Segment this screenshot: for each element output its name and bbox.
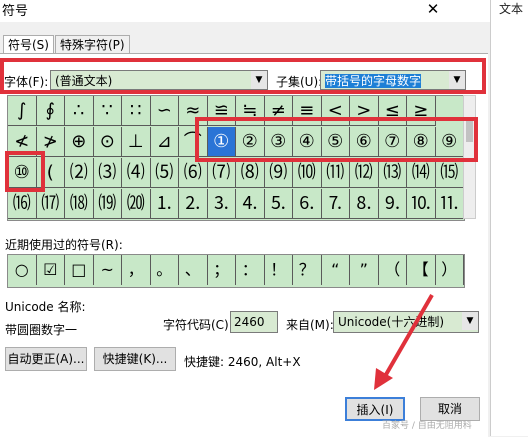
chevron-down-icon[interactable]: ▼ — [449, 71, 465, 89]
symbol-cell[interactable]: ⊕ — [65, 127, 94, 157]
symbol-cell[interactable]: ⑽ — [293, 158, 322, 188]
watermark: 百家号 / 自由无阻用科 — [382, 421, 472, 431]
recent-symbol[interactable]: ？ — [293, 255, 322, 285]
symbol-cell[interactable]: ∷ — [122, 96, 151, 126]
chevron-down-icon[interactable]: ▼ — [251, 71, 267, 89]
symbol-cell[interactable]: ⊙ — [93, 127, 122, 157]
highlight-circled-ten — [5, 151, 45, 192]
symbol-cell[interactable]: ⒏ — [350, 189, 379, 219]
symbol-cell[interactable]: ∴ — [65, 96, 94, 126]
symbol-cell[interactable]: ⑿ — [350, 158, 379, 188]
symbol-cell[interactable]: ⒂ — [435, 158, 464, 188]
symbol-cell[interactable]: ⊥ — [122, 127, 151, 157]
symbol-cell[interactable]: ⒇ — [122, 189, 151, 219]
shortcut-key-button[interactable]: 快捷键(K)... — [94, 347, 176, 371]
symbol-cell[interactable]: ⑾ — [321, 158, 350, 188]
symbol-cell[interactable]: ⒅ — [65, 189, 94, 219]
symbol-cell[interactable]: ⒐ — [378, 189, 407, 219]
symbol-cell[interactable]: ⑺ — [207, 158, 236, 188]
unicode-name-value: 带圆圈数字一 — [5, 323, 78, 337]
tab-special-characters[interactable]: 特殊字符(P) — [55, 35, 130, 55]
symbol-cell[interactable]: ∽ — [150, 96, 179, 126]
symbol-cell[interactable]: ⒈ — [150, 189, 179, 219]
subset-value: 带括号的字母数字 — [325, 74, 422, 88]
symbol-cell[interactable]: ∮ — [36, 96, 65, 126]
recent-symbol[interactable]: ☑ — [37, 255, 65, 285]
subset-select[interactable]: 带括号的字母数字 ▼ — [320, 70, 466, 90]
symbol-cell[interactable]: ⒁ — [407, 158, 436, 188]
font-label: 字体(F): — [4, 75, 49, 89]
from-label: 来自(M): — [286, 318, 334, 332]
symbol-cell[interactable]: ⒒ — [435, 189, 464, 219]
symbol-cell[interactable]: ⒊ — [207, 189, 236, 219]
background-text: 文本 — [499, 2, 524, 16]
symbol-cell[interactable]: ∫ — [8, 96, 37, 126]
symbol-cell[interactable]: ⒆ — [93, 189, 122, 219]
symbol-cell[interactable]: ⑻ — [236, 158, 265, 188]
chevron-down-icon[interactable]: ▼ — [462, 312, 478, 330]
highlight-circled-numbers — [195, 117, 478, 162]
recent-symbol[interactable]: ” — [350, 255, 379, 285]
symbol-cell[interactable]: ⒄ — [36, 189, 65, 219]
unicode-name-label: Unicode 名称: — [5, 300, 86, 314]
charcode-input[interactable]: 2460 — [230, 311, 278, 333]
symbol-cell[interactable]: ⑶ — [93, 158, 122, 188]
subset-label: 子集(U): — [276, 75, 323, 89]
recent-label: 近期使用过的符号(R): — [5, 238, 123, 252]
shortcut-text: 快捷键: 2460, Alt+X — [184, 355, 301, 369]
symbol-cell[interactable]: ⒍ — [293, 189, 322, 219]
charcode-label: 字符代码(C): — [163, 318, 233, 332]
symbol-cell[interactable]: ⑸ — [150, 158, 179, 188]
recent-symbol[interactable]: ~ — [94, 255, 122, 285]
recent-symbol[interactable]: 【 — [407, 255, 436, 285]
tab-symbols[interactable]: 符号(S) — [3, 35, 54, 55]
symbol-cell[interactable]: ⊿ — [150, 127, 179, 157]
recent-symbol[interactable]: ； — [208, 255, 236, 285]
symbol-cell[interactable]: ⑹ — [179, 158, 208, 188]
recent-symbol[interactable]: （ — [379, 255, 407, 285]
background-document: 文本 — [490, 0, 528, 436]
symbol-cell[interactable]: ⒋ — [236, 189, 265, 219]
font-select[interactable]: (普通文本) ▼ — [50, 70, 268, 90]
recent-symbol[interactable]: ○ — [8, 255, 37, 285]
symbol-cell[interactable]: ⒌ — [264, 189, 293, 219]
recent-symbols: ○ ☑ □ ~，。、；：！？ “” （【） — [7, 254, 465, 288]
symbol-cell[interactable]: ⑷ — [122, 158, 151, 188]
close-icon[interactable]: ✕ — [420, 0, 446, 18]
title-bar: 符号 ✕ — [0, 0, 490, 22]
symbol-cell[interactable]: ⒀ — [378, 158, 407, 188]
recent-symbol[interactable]: 。 — [151, 255, 179, 285]
recent-symbol[interactable]: “ — [322, 255, 350, 285]
recent-symbol[interactable]: 、 — [179, 255, 208, 285]
recent-symbol[interactable]: ： — [236, 255, 265, 285]
red-arrow-annotation — [374, 293, 434, 390]
autocorrect-button[interactable]: 自动更正(A)... — [5, 347, 87, 371]
symbol-cell[interactable]: ⒉ — [179, 189, 208, 219]
dialog-title: 符号 — [2, 4, 29, 19]
recent-symbol[interactable]: □ — [65, 255, 94, 285]
symbol-cell[interactable]: ⑼ — [264, 158, 293, 188]
symbol-cell[interactable]: ⒃ — [8, 189, 37, 219]
font-value: (普通文本) — [55, 74, 113, 88]
symbol-cell[interactable]: ⑵ — [65, 158, 94, 188]
symbol-cell[interactable]: ∵ — [93, 96, 122, 126]
recent-symbol[interactable]: ！ — [265, 255, 293, 285]
symbol-cell[interactable]: ⒎ — [321, 189, 350, 219]
recent-symbol[interactable]: ） — [436, 255, 464, 285]
symbol-cell[interactable]: ⒑ — [407, 189, 436, 219]
recent-symbol[interactable]: ， — [122, 255, 151, 285]
